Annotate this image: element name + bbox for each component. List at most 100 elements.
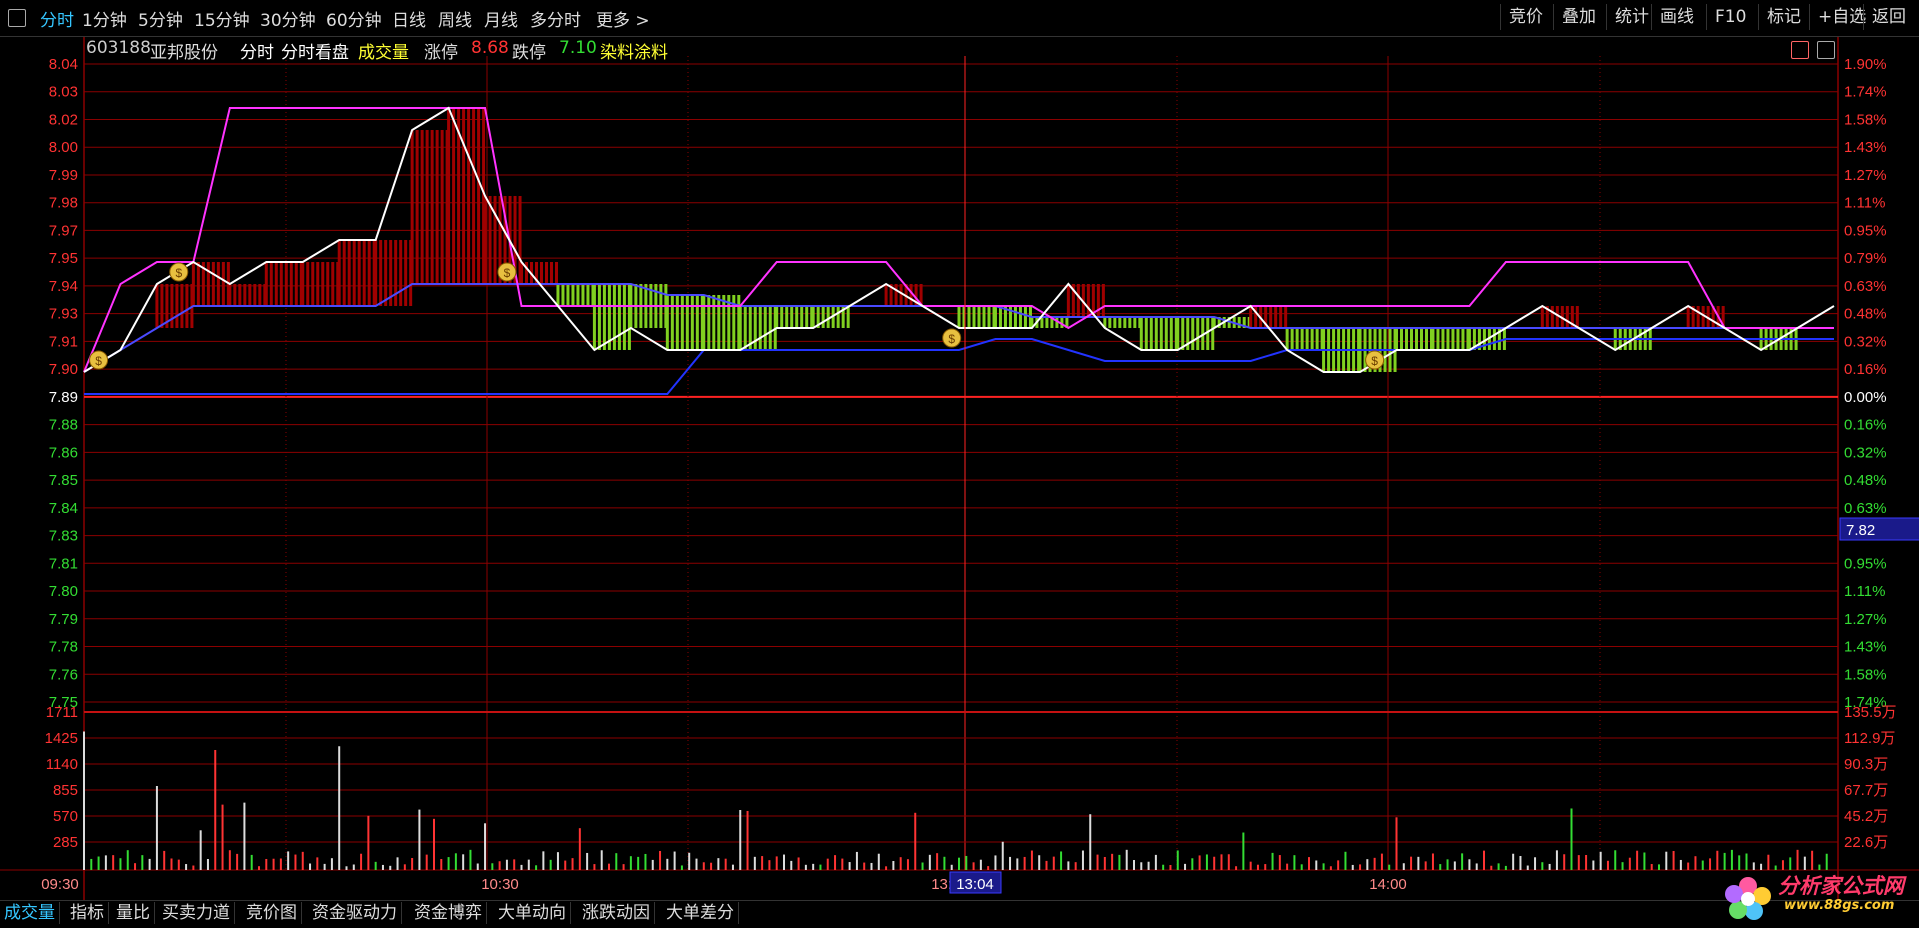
pct-tick-16: 0.63%	[1844, 500, 1887, 517]
price-tick-10: 7.91	[49, 333, 78, 350]
toolbar-action-5[interactable]: 标记	[1758, 4, 1809, 30]
period-tab-3[interactable]: 15分钟	[194, 6, 250, 31]
limit-up-label: 涨停	[424, 43, 458, 63]
indicator-tab-8[interactable]: 涨跌动因	[578, 902, 655, 924]
period-tab-10[interactable]: 更多 >	[596, 6, 650, 31]
money-bag-glyph-2: $	[504, 266, 511, 280]
indicator-tab-3[interactable]: 买卖力道	[158, 902, 235, 924]
toolbar-action-4[interactable]: F10	[1706, 4, 1754, 30]
price-tick-22: 7.76	[49, 666, 78, 683]
pct-tick-12: 0.00%	[1844, 389, 1887, 406]
indicator-tab-6[interactable]: 资金博弈	[410, 902, 487, 924]
pct-tick-14: 0.32%	[1844, 444, 1887, 461]
price-tick-14: 7.86	[49, 444, 78, 461]
volume-unit-tick-4: 45.2万	[1844, 808, 1888, 825]
stock-info-bar: 603188 亚邦股份 分时 分时看盘 成交量 涨停 8.68 跌停 7.10 …	[0, 36, 1919, 63]
toolbar-action-0[interactable]: 竞价	[1500, 4, 1551, 30]
intraday-chart[interactable]: 8.04 1.90%8.03 1.74%8.02 1.58%8.00 1.43%7.99…	[0, 0, 1919, 924]
collapse-icon[interactable]	[1817, 41, 1835, 59]
price-tick-5: 7.98	[49, 195, 78, 212]
price-tick-17: 7.83	[49, 528, 78, 545]
money-bag-glyph-4: $	[1371, 354, 1378, 368]
pct-tick-6: 0.95%	[1844, 222, 1887, 239]
period-toolbar: 分时 1分钟 5分钟 15分钟 30分钟 60分钟 日线 周线 月线 多分时 更多 > 竞价 叠加 统计…	[0, 0, 1919, 37]
volume-unit-tick-5: 22.6万	[1844, 834, 1888, 851]
toolbar-action-3[interactable]: 画线	[1651, 4, 1702, 30]
pct-tick-7: 0.79%	[1844, 250, 1887, 267]
indicator-tab-7[interactable]: 大单动向	[494, 902, 571, 924]
limit-down-value: 7.10	[559, 38, 597, 58]
price-tick-13: 7.88	[49, 417, 78, 434]
mode-intraday-view[interactable]: 分时看盘	[281, 38, 349, 63]
time-tick-1: 10:30	[481, 876, 519, 893]
pct-tick-8: 0.63%	[1844, 278, 1887, 295]
period-tab-2[interactable]: 5分钟	[138, 6, 183, 31]
indicator-tab-2[interactable]: 量比	[112, 902, 155, 924]
volume-tick-0: 1711	[46, 704, 78, 721]
toolbar-action-1[interactable]: 叠加	[1553, 4, 1604, 30]
indicator-tab-1[interactable]: 指标	[66, 902, 109, 924]
panel-toggle-icon[interactable]	[8, 9, 26, 27]
pct-tick-11: 0.16%	[1844, 361, 1887, 378]
price-tick-18: 7.81	[49, 555, 78, 572]
sector-name[interactable]: 染料涂料	[600, 38, 668, 63]
period-tab-4[interactable]: 30分钟	[260, 6, 316, 31]
price-tick-19: 7.80	[49, 583, 78, 600]
indicator-tab-5[interactable]: 资金驱动力	[308, 902, 402, 924]
price-tick-3: 8.00	[49, 139, 78, 156]
period-tab-9[interactable]: 多分时	[530, 6, 581, 31]
period-tab-6[interactable]: 日线	[392, 6, 426, 31]
indicator-tab-0[interactable]: 成交量	[0, 902, 60, 924]
price-tick-6: 7.97	[49, 222, 78, 239]
site-logo: 分析家公式网 www.88gs.com	[1722, 866, 1919, 924]
money-bag-glyph-0: $	[95, 354, 102, 368]
stock-name: 亚邦股份	[150, 43, 218, 63]
price-tick-12: 7.89	[49, 389, 78, 406]
pct-tick-22: 1.58%	[1844, 666, 1887, 683]
pct-tick-18: 0.95%	[1844, 555, 1887, 572]
indicator-tabs: 成交量 指标 量比 买卖力道 竞价图 资金驱动力 资金博弈 大单动向 涨跌动因 大单差分	[0, 900, 1919, 925]
pct-tick-5: 1.11%	[1844, 195, 1885, 212]
pct-tick-2: 1.58%	[1844, 111, 1887, 128]
price-tick-15: 7.85	[49, 472, 78, 489]
volume-tick-4: 570	[53, 808, 78, 825]
indicator-tab-4[interactable]: 竞价图	[242, 902, 302, 924]
price-tick-21: 7.78	[49, 639, 78, 656]
period-tab-0[interactable]: 分时	[40, 6, 74, 31]
limit-down-label: 跌停	[512, 43, 546, 63]
indicator-tab-9[interactable]: 大单差分	[662, 902, 739, 924]
limit-up-value: 8.68	[471, 38, 509, 58]
volume-unit-tick-1: 112.9万	[1844, 730, 1895, 747]
volume-label: 成交量	[358, 43, 409, 63]
lower-band-line	[84, 338, 1834, 395]
watermark-title: 分析家公式网	[1778, 874, 1904, 898]
price-tick-11: 7.90	[49, 361, 78, 378]
toolbar-action-7[interactable]: 返回	[1863, 4, 1914, 30]
price-tick-8: 7.94	[49, 278, 78, 295]
price-tick-2: 8.02	[49, 111, 78, 128]
volume-tick-5: 285	[53, 834, 78, 851]
toolbar-action-2[interactable]: 统计	[1606, 4, 1657, 30]
price-tick-4: 7.99	[49, 167, 78, 184]
volume-unit-tick-0: 135.5万	[1844, 704, 1897, 721]
time-tick-3: 14:00	[1369, 876, 1407, 893]
volume-tick-3: 855	[53, 782, 78, 799]
pct-tick-10: 0.32%	[1844, 333, 1887, 350]
volume-tick-2: 1140	[46, 756, 78, 773]
mode-intraday[interactable]: 分时	[240, 38, 274, 63]
pct-tick-9: 0.48%	[1844, 306, 1887, 323]
period-tab-5[interactable]: 60分钟	[326, 6, 382, 31]
pct-tick-4: 1.27%	[1844, 167, 1887, 184]
pct-tick-21: 1.43%	[1844, 639, 1887, 656]
zoom-icon[interactable]	[1791, 41, 1809, 59]
period-tab-8[interactable]: 月线	[484, 6, 518, 31]
money-bag-glyph-1: $	[175, 266, 182, 280]
price-tick-9: 7.93	[49, 306, 78, 323]
period-tab-1[interactable]: 1分钟	[82, 6, 127, 31]
volume-unit-tick-3: 67.7万	[1844, 782, 1888, 799]
period-tab-7[interactable]: 周线	[438, 6, 472, 31]
pct-tick-3: 1.43%	[1844, 139, 1887, 156]
flower-logo-icon	[1725, 877, 1771, 920]
time-tick-0: 09:30	[41, 876, 79, 893]
pct-tick-20: 1.27%	[1844, 611, 1887, 628]
